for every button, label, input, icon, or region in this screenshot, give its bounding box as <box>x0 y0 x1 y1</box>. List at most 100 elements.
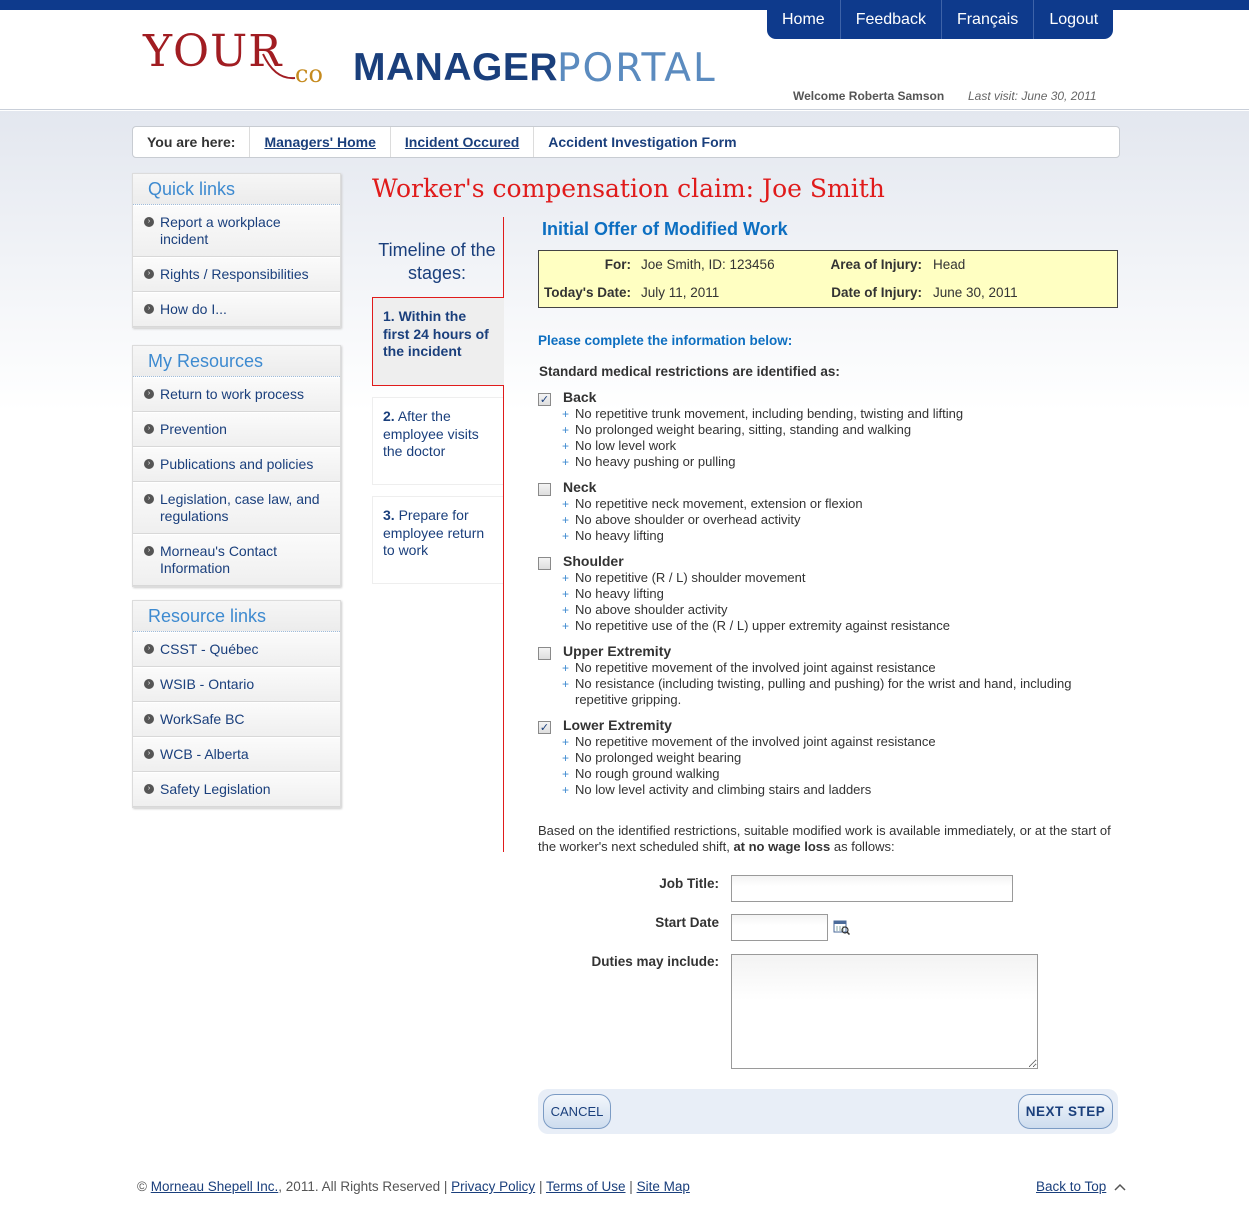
today-label: Today's Date: <box>544 285 631 300</box>
sidebar-item-label: Report a workplace incident <box>160 214 281 247</box>
arrow-bullet-icon: › <box>144 389 154 399</box>
step-number: 2. <box>383 408 395 424</box>
list-item: + No repetitive neck movement, extension … <box>562 496 863 512</box>
list-item: + No repetitive movement of the involved … <box>562 660 1092 676</box>
plus-icon: + <box>562 529 570 543</box>
sidebar-item-report-incident[interactable]: › Report a workplace incident <box>133 205 340 257</box>
company-link[interactable]: Morneau Shepell Inc. <box>151 1179 279 1194</box>
sidebar-item-label: Morneau's Contact Information <box>160 543 278 576</box>
my-resources-title: My Resources <box>133 346 340 377</box>
sidebar-item-label: CSST - Québec <box>160 641 259 657</box>
timeline: Timeline of the stages: 1. Within the fi… <box>372 217 504 852</box>
nav-logout[interactable]: Logout <box>1033 0 1113 39</box>
sidebar-item-publications[interactable]: › Publications and policies <box>133 447 340 482</box>
sidebar-item-legislation[interactable]: › Legislation, case law, and regulations <box>133 482 340 534</box>
today-value: July 11, 2011 <box>641 285 720 300</box>
sidebar-item-label: Prevention <box>160 421 227 437</box>
sitemap-link[interactable]: Site Map <box>637 1179 690 1194</box>
breadcrumb-incident-occured[interactable]: Incident Occured <box>405 134 519 150</box>
job-title-input[interactable] <box>731 875 1013 902</box>
item-text: No rough ground walking <box>575 766 720 781</box>
quick-links-title: Quick links <box>133 174 340 205</box>
nav-home[interactable]: Home <box>767 0 840 39</box>
nav-feedback[interactable]: Feedback <box>839 0 941 39</box>
quick-links-box: Quick links › Report a workplace incident… <box>132 173 341 328</box>
item-text: No prolonged weight bearing <box>575 750 742 765</box>
sidebar-item-label: Return to work process <box>160 386 304 402</box>
group-title: Neck <box>563 479 597 495</box>
list-item: + No repetitive (R / L) shoulder movement <box>562 570 950 586</box>
list-item: + No low level work <box>562 438 963 454</box>
lower-extremity-checkbox[interactable]: ✓ <box>538 721 551 734</box>
logo-portal: PORTAL <box>557 46 717 91</box>
back-to-top-link[interactable]: Back to Top <box>1036 1179 1106 1194</box>
page-title: Worker's compensation claim: Joe Smith <box>372 174 885 203</box>
sidebar-item-safety-legislation[interactable]: › Safety Legislation <box>133 772 340 807</box>
upper-extremity-checkbox[interactable] <box>538 647 551 660</box>
plus-icon: + <box>562 587 570 601</box>
group-title: Upper Extremity <box>563 643 672 659</box>
timeline-step-1[interactable]: 1. Within the first 24 hours of the inci… <box>372 297 504 386</box>
my-resources-box: My Resources › Return to work process › Pr… <box>132 345 341 587</box>
timeline-step-3[interactable]: 3. Prepare for employee return to work <box>372 496 503 584</box>
plus-icon: + <box>562 677 570 691</box>
breadcrumb: You are here: Managers' Home Incident Oc… <box>132 126 1120 158</box>
step-text: Within the first 24 hours of the inciden… <box>383 308 489 359</box>
shoulder-checkbox[interactable] <box>538 557 551 570</box>
item-text: No above shoulder activity <box>575 602 728 617</box>
plus-icon: + <box>562 455 570 469</box>
sidebar-item-rights[interactable]: › Rights / Responsibilities <box>133 257 340 292</box>
sidebar-item-wcb[interactable]: › WCB - Alberta <box>133 737 340 772</box>
item-text: No repetitive movement of the involved j… <box>575 660 936 675</box>
list-item: + No above shoulder activity <box>562 602 950 618</box>
list-item: + No heavy lifting <box>562 586 950 602</box>
arrow-bullet-icon: › <box>144 217 154 227</box>
sidebar-item-how-do-i[interactable]: › How do I... <box>133 292 340 327</box>
plus-icon: + <box>562 571 570 585</box>
plus-icon: + <box>562 513 570 527</box>
privacy-link[interactable]: Privacy Policy <box>451 1179 535 1194</box>
info-box: For: Joe Smith, ID: 123456 Area of Injur… <box>538 250 1118 308</box>
sidebar-item-csst[interactable]: › CSST - Québec <box>133 632 340 667</box>
arrow-bullet-icon: › <box>144 459 154 469</box>
calendar-icon[interactable] <box>833 919 850 935</box>
sidebar-item-prevention[interactable]: › Prevention <box>133 412 340 447</box>
duties-label: Duties may include: <box>591 954 719 969</box>
item-text: No repetitive movement of the involved j… <box>575 734 936 749</box>
list-item: + No repetitive use of the (R / L) upper … <box>562 618 950 634</box>
plus-icon: + <box>562 497 570 511</box>
standard-restrictions-heading: Standard medical restrictions are identi… <box>539 364 840 379</box>
breadcrumb-item: Managers' Home <box>249 127 389 157</box>
next-step-button[interactable]: NEXT STEP <box>1018 1094 1113 1129</box>
arrow-bullet-icon: › <box>144 494 154 504</box>
terms-link[interactable]: Terms of Use <box>546 1179 626 1194</box>
cancel-button[interactable]: CANCEL <box>543 1094 611 1129</box>
sidebar-item-return-to-work[interactable]: › Return to work process <box>133 377 340 412</box>
action-bar: CANCEL NEXT STEP <box>538 1089 1118 1134</box>
duties-textarea[interactable] <box>731 954 1038 1069</box>
resource-links-title: Resource links <box>133 601 340 632</box>
nav-francais[interactable]: Français <box>940 0 1033 39</box>
welcome-text: Welcome Roberta Samson <box>793 89 945 103</box>
item-text: No repetitive (R / L) shoulder movement <box>575 570 806 585</box>
sidebar-item-label: Rights / Responsibilities <box>160 266 309 282</box>
arrow-bullet-icon: › <box>144 644 154 654</box>
timeline-step-2[interactable]: 2. After the employee visits the doctor <box>372 397 503 485</box>
list-item: + No prolonged weight bearing <box>562 750 936 766</box>
breadcrumb-managers-home[interactable]: Managers' Home <box>264 134 375 150</box>
breadcrumb-current: Accident Investigation Form <box>533 127 750 157</box>
neck-checkbox[interactable] <box>538 483 551 496</box>
list-item: + No rough ground walking <box>562 766 936 782</box>
sidebar-item-worksafe[interactable]: › WorkSafe BC <box>133 702 340 737</box>
list-item: + No heavy pushing or pulling <box>562 454 963 470</box>
chevron-up-icon[interactable] <box>1114 1183 1126 1191</box>
sidebar-item-label: WSIB - Ontario <box>160 676 255 692</box>
back-checkbox[interactable]: ✓ <box>538 393 551 406</box>
plus-icon: + <box>562 751 570 765</box>
logo-manager: MANAGER <box>353 46 558 89</box>
sidebar-item-wsib[interactable]: › WSIB - Ontario <box>133 667 340 702</box>
start-date-input[interactable] <box>731 914 828 941</box>
sidebar-item-contact[interactable]: › Morneau's Contact Information <box>133 534 340 586</box>
arrow-bullet-icon: › <box>144 546 154 556</box>
group-title: Shoulder <box>563 553 624 569</box>
